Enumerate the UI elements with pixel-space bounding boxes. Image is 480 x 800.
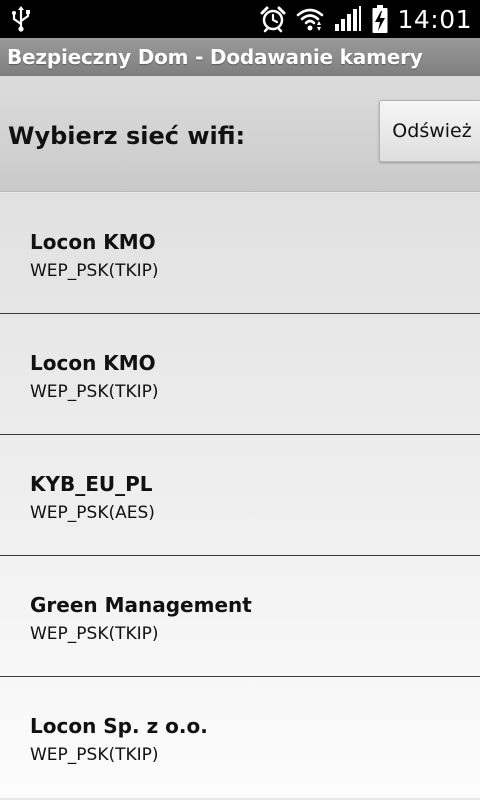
wifi-icon bbox=[295, 5, 325, 33]
wifi-security-type: WEP_PSK(TKIP) bbox=[30, 624, 159, 644]
wifi-network-item[interactable]: Locon Sp. z o.o. WEP_PSK(TKIP) bbox=[0, 677, 480, 798]
wifi-security-type: WEP_PSK(TKIP) bbox=[30, 745, 159, 765]
wifi-network-item[interactable]: Green Management WEP_PSK(TKIP) bbox=[0, 556, 480, 677]
wifi-ssid: KYB_EU_PL bbox=[30, 472, 153, 496]
wifi-security-type: WEP_PSK(AES) bbox=[30, 503, 155, 523]
wifi-network-item[interactable]: KYB_EU_PL WEP_PSK(AES) bbox=[0, 435, 480, 556]
wifi-network-list: Locon KMO WEP_PSK(TKIP) Locon KMO WEP_PSK(T… bbox=[0, 193, 480, 800]
wifi-network-item[interactable]: Locon KMO WEP_PSK(TKIP) bbox=[0, 314, 480, 435]
wifi-ssid: Locon KMO bbox=[30, 230, 156, 254]
wifi-header: Wybierz sieć wifi: Odśwież bbox=[0, 76, 480, 192]
alarm-icon bbox=[259, 5, 287, 33]
wifi-security-type: WEP_PSK(TKIP) bbox=[30, 261, 159, 281]
wifi-ssid: Locon KMO bbox=[30, 351, 156, 375]
wifi-ssid: Locon Sp. z o.o. bbox=[30, 714, 208, 738]
app-title: Bezpieczny Dom - Dodawanie kamery bbox=[7, 45, 423, 69]
battery-charging-icon bbox=[371, 4, 389, 34]
wifi-network-item[interactable]: Locon KMO WEP_PSK(TKIP) bbox=[0, 193, 480, 314]
status-bar: 14:01 bbox=[0, 0, 480, 38]
title-bar: Bezpieczny Dom - Dodawanie kamery bbox=[0, 38, 480, 76]
wifi-ssid: Green Management bbox=[30, 593, 252, 617]
wifi-security-type: WEP_PSK(TKIP) bbox=[30, 382, 159, 402]
signal-icon bbox=[333, 5, 363, 33]
select-wifi-label: Wybierz sieć wifi: bbox=[8, 122, 246, 150]
refresh-button[interactable]: Odśwież bbox=[379, 100, 480, 162]
status-time: 14:01 bbox=[397, 4, 472, 34]
usb-icon bbox=[8, 5, 34, 33]
